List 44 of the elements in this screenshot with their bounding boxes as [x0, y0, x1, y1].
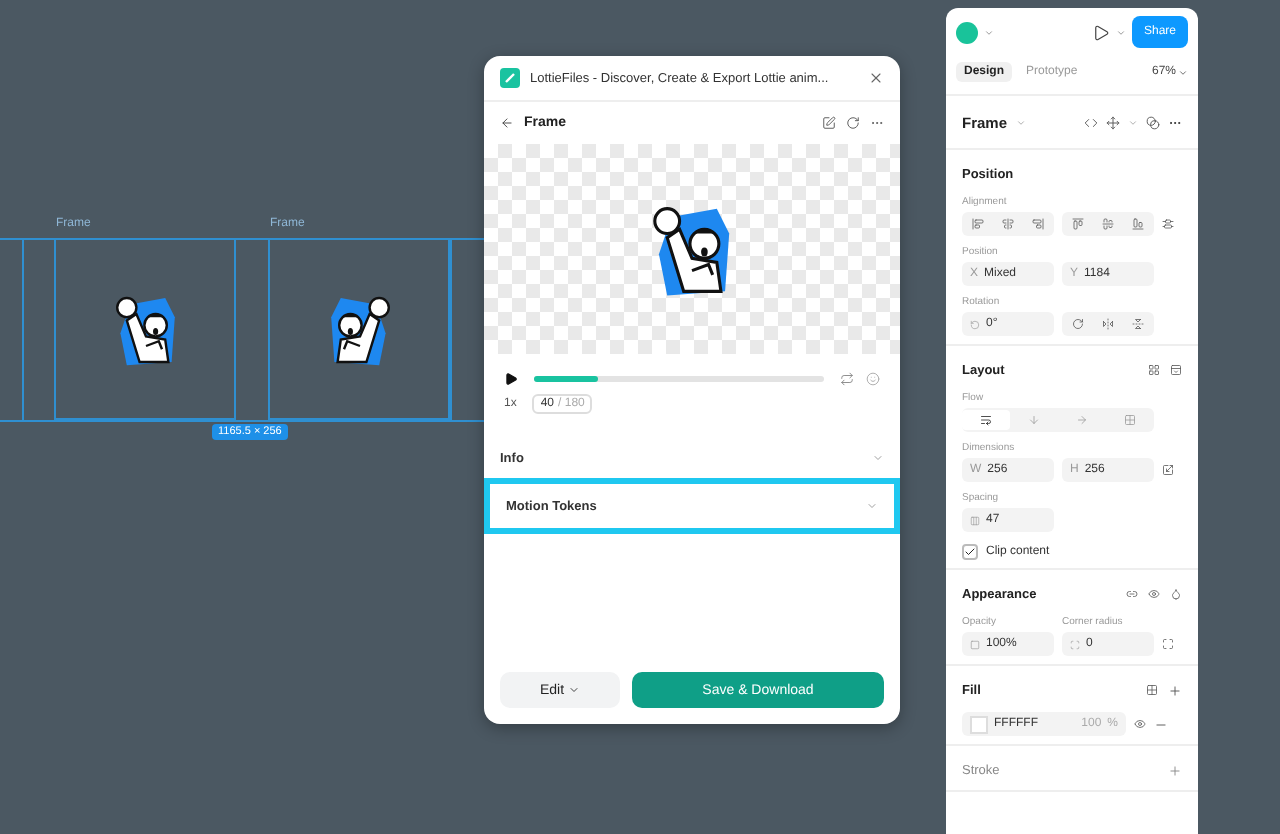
flip-horizontal-icon[interactable] [1101, 318, 1114, 330]
flow-option[interactable] [962, 410, 1010, 430]
loop-icon[interactable] [840, 372, 854, 386]
align-left-icon[interactable] [971, 218, 984, 230]
frame-outline[interactable] [268, 238, 450, 420]
back-arrow-icon[interactable] [500, 115, 514, 129]
play-icon[interactable] [504, 372, 518, 386]
present-icon[interactable] [1091, 23, 1110, 41]
flow-icon [1076, 414, 1088, 426]
align-middle-icon[interactable] [1101, 218, 1114, 230]
align-center-icon[interactable] [1001, 218, 1014, 230]
droplet-icon[interactable] [1170, 588, 1182, 600]
edit-icon[interactable] [822, 115, 836, 129]
add-icon[interactable] [1168, 683, 1182, 697]
close-icon[interactable] [868, 70, 884, 86]
logo-icon [500, 68, 520, 88]
flow-icon [980, 414, 992, 426]
align-bottom-icon[interactable] [1132, 218, 1145, 230]
caret-icon [568, 684, 581, 696]
refresh-icon[interactable] [846, 115, 860, 129]
blend-icon[interactable] [1146, 115, 1160, 129]
caret-icon[interactable] [984, 27, 994, 37]
eye-icon[interactable] [1148, 588, 1160, 600]
caret-icon [1178, 67, 1188, 77]
frame-outline[interactable] [54, 238, 236, 420]
resize-icon[interactable] [1162, 464, 1174, 476]
eye-icon[interactable] [1134, 718, 1146, 730]
layout-icon[interactable] [1170, 364, 1182, 376]
styles-icon[interactable] [1146, 684, 1158, 696]
color-swatch[interactable] [970, 715, 988, 733]
caret-icon[interactable] [1115, 27, 1126, 37]
align-right-icon[interactable] [1032, 218, 1045, 230]
flow-icon [1028, 414, 1040, 426]
logo-icon[interactable] [956, 21, 978, 43]
align-top-icon[interactable] [1071, 218, 1084, 230]
rotate-icon[interactable] [1071, 318, 1084, 330]
grid-icon[interactable] [1148, 364, 1160, 376]
checkbox[interactable] [962, 544, 978, 560]
code-icon[interactable] [1084, 115, 1098, 129]
spacing-icon[interactable] [970, 515, 980, 525]
face-icon[interactable] [866, 372, 880, 386]
flip-vertical-icon[interactable] [1132, 318, 1145, 330]
distribute-icon[interactable] [1162, 218, 1174, 230]
flow-icon [1124, 414, 1136, 426]
